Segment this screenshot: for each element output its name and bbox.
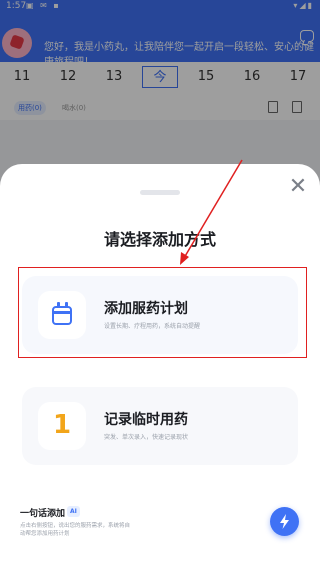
close-button[interactable]: ✕ — [287, 176, 309, 198]
lightning-icon — [280, 514, 289, 529]
drag-handle[interactable] — [140, 190, 180, 195]
option-subtitle: 突发、单次录入，快速记录现状 — [104, 434, 189, 441]
add-method-sheet: ✕ 请选择添加方式 添加服药计划 设置长期、疗程用药，系统自动提醒 1 记录临时… — [0, 164, 320, 568]
highlight-box — [18, 267, 307, 358]
quick-add-description: 点击右侧按钮，说出您的服药需求，系统将自动帮您添加用药计划 — [20, 523, 131, 537]
quick-add-title: 一句话添加 — [20, 509, 66, 519]
option-title: 记录临时用药 — [104, 412, 188, 428]
record-temporary-medication-option[interactable]: 1 记录临时用药 突发、单次录入，快速记录现状 — [22, 387, 298, 465]
voice-add-button[interactable] — [270, 507, 299, 536]
number-one-icon: 1 — [38, 402, 86, 450]
ai-badge: AI — [67, 506, 80, 517]
sheet-title: 请选择添加方式 — [103, 230, 216, 249]
